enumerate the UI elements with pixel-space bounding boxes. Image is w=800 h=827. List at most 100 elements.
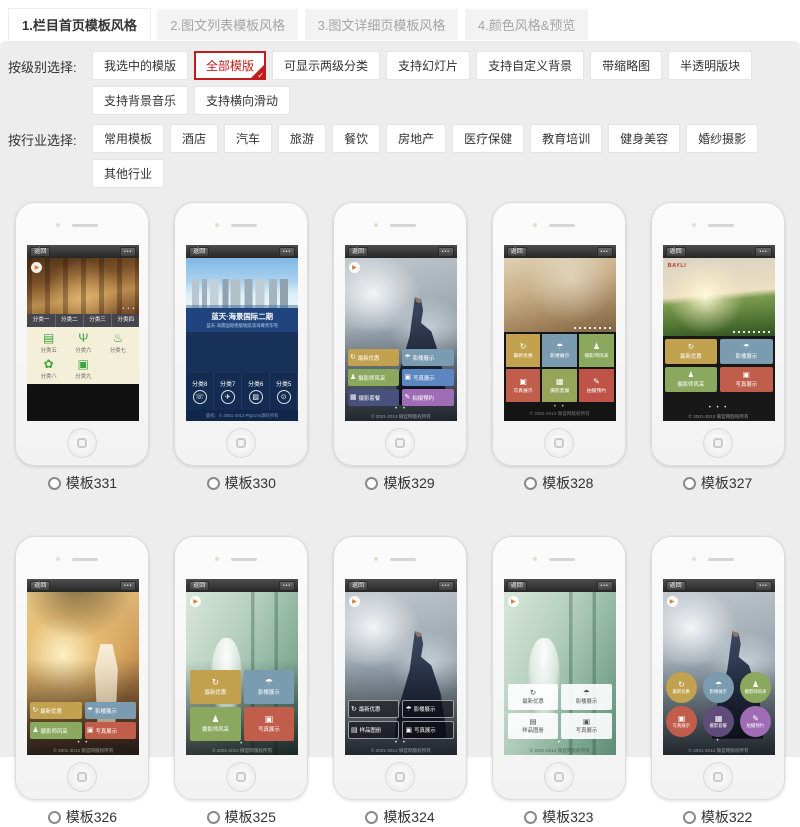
- camera-dot: [692, 223, 696, 227]
- stamp-icon: ▣: [583, 718, 590, 726]
- filter-hotel[interactable]: 酒店: [170, 124, 218, 153]
- copyright-text: © 2001-2013 微官网版权所有: [186, 748, 298, 754]
- cocktail-icon: Ψ: [66, 332, 101, 345]
- golden-couple-photo: ↻最新优惠 ☂影楼展示 ♟摄影师风采 ▣写真展示 • • © 2001-2013…: [27, 592, 139, 755]
- template-preview-327[interactable]: 返回 ••• BAYLI ↻最新优惠 ☂影楼展示 ♟摄影师风采: [663, 245, 775, 421]
- template-preview-323[interactable]: 返回 ••• ▶ ↻最新优惠 ☂影楼展示 ▤样品图册 ▣写真展示 • © 200…: [504, 579, 616, 755]
- filter-my-templates[interactable]: 我选中的模版: [92, 51, 188, 80]
- restaurant-hero-photo: ▶ • • •: [27, 258, 139, 314]
- template-preview-322[interactable]: 返回 ••• ▶ ↻最新优惠 ☂影楼展示 ♟摄影师风采 ▣写真展示 ▦摄影套餐: [663, 579, 775, 755]
- template-caption: 模板328: [479, 474, 638, 492]
- camera-dot: [374, 557, 378, 561]
- filter-all-templates[interactable]: 全部模版✓: [194, 51, 266, 80]
- template-grid: 返回 ••• ▶ • • • 分类一分类二分类三分类四 ▤分类五: [0, 202, 800, 826]
- copyright-text: © 2001-2013 微官网版权所有: [506, 411, 614, 417]
- template-preview-324[interactable]: 返回 ••• ▶ ↻最新优惠 ☂影楼展示 ▤样品图册 ▣写真展示 •: [345, 579, 457, 755]
- template-preview-330[interactable]: 返回 ••• 蓝天·海景国际二期 蓝天·海景国际绝版地段滨海尊贵华宅: [186, 245, 298, 421]
- tab-column-home-style[interactable]: 1.栏目首页模板风格: [8, 8, 151, 40]
- content-panel: 按级别选择: 我选中的模版 全部模版✓ 可显示两级分类 支持幻灯片 支持自定义背…: [0, 41, 800, 757]
- template-radio-329[interactable]: [365, 477, 378, 490]
- umbrella-icon: ☂: [556, 343, 563, 351]
- filter-car[interactable]: 汽车: [224, 124, 272, 153]
- page-dots: •: [504, 740, 616, 746]
- filter-fitness[interactable]: 健身美容: [608, 124, 680, 153]
- filter-two-level[interactable]: 可显示两级分类: [272, 51, 380, 80]
- album-icon: ▦: [350, 394, 357, 401]
- filter-horizontal-slide[interactable]: 支持横向滑动: [194, 86, 290, 115]
- filter-common[interactable]: 常用模板: [92, 124, 164, 153]
- filter-wedding[interactable]: 婚纱摄影: [686, 124, 758, 153]
- template-card-331: 返回 ••• ▶ • • • 分类一分类二分类三分类四 ▤分类五: [3, 202, 162, 492]
- home-button: [385, 762, 415, 792]
- icon-menu: ▤分类五 Ψ分类六 ♨分类七 ✿分类八 ▣分类九: [27, 327, 139, 384]
- tab-list-style[interactable]: 2.图文列表模板风格: [157, 9, 298, 40]
- filter-slideshow[interactable]: 支持幻灯片: [386, 51, 470, 80]
- camera-dot: [56, 223, 60, 227]
- stamp-icon: ▣: [404, 374, 411, 381]
- tile-menu: ↻最新优惠 ☂影楼展示 ♟摄影师风采 ▣写真展示: [30, 702, 136, 739]
- filter-bg-music[interactable]: 支持背景音乐: [92, 86, 188, 115]
- filter-education[interactable]: 教育培训: [530, 124, 602, 153]
- tile-menu: ↻最新优惠 ☂影楼展示 ▤样品图册 ▣写真展示: [508, 684, 612, 739]
- offer-icon: ↻: [530, 689, 536, 697]
- filter-travel[interactable]: 旅游: [278, 124, 326, 153]
- copyright-text: © 2001-2013 微官网版权所有: [663, 414, 775, 420]
- template-caption: 模板323: [479, 808, 638, 826]
- wechat-titlebar: 返回 •••: [345, 245, 457, 258]
- template-radio-328[interactable]: [524, 477, 537, 490]
- template-caption: 模板324: [321, 808, 480, 826]
- estate-title: 蓝天·海景国际二期: [188, 311, 296, 322]
- template-card-323: 返回 ••• ▶ ↻最新优惠 ☂影楼展示 ▤样品图册 ▣写真展示 • © 200…: [479, 536, 638, 826]
- filter-realestate[interactable]: 房地产: [386, 124, 446, 153]
- phone-mockup: 返回 ••• ↻最新优惠 ☂影楼展示 ♟摄影师风采 ▣写真展示: [492, 202, 626, 466]
- template-preview-329[interactable]: 返回 ••• ▶ ↻最新优惠 ☂影楼展示 ♟摄影师风采 ▣写真展示 ▦摄影套餐: [345, 245, 457, 421]
- umbrella-icon: ☂: [265, 678, 273, 687]
- umbrella-icon: ☂: [715, 681, 722, 689]
- filter-custom-bg[interactable]: 支持自定义背景: [476, 51, 584, 80]
- copyright-text: 版权：© 2001-2013 PigCms源码所有: [186, 410, 298, 421]
- template-radio-327[interactable]: [683, 477, 696, 490]
- tab-detail-style[interactable]: 3.图文详细页模板风格: [305, 9, 459, 40]
- tab-color-preview[interactable]: 4.颜色风格&预览: [465, 9, 589, 40]
- page-dots: •: [663, 738, 775, 744]
- estate-subtitle: 蓝天·海景国际绝版地段滨海尊贵华宅: [188, 323, 296, 329]
- window-bride-photo: ▶ ↻最新优惠 ☂影楼展示 ♟摄影师风采 ▣写真展示 • © 2001-2013…: [186, 592, 298, 755]
- tab-bar: 1.栏目首页模板风格 2.图文列表模板风格 3.图文详细页模板风格 4.颜色风格…: [0, 0, 800, 34]
- template-label: 模板326: [66, 807, 117, 827]
- music-icon: ▶: [667, 596, 678, 607]
- template-radio-326[interactable]: [48, 811, 61, 824]
- template-radio-322[interactable]: [683, 811, 696, 824]
- person-icon: ♟: [687, 371, 694, 379]
- template-preview-328[interactable]: 返回 ••• ↻最新优惠 ☂影楼展示 ♟摄影师风采 ▣写真展示: [504, 245, 616, 421]
- template-preview-326[interactable]: 返回 ••• ↻最新优惠 ☂影楼展示 ♟摄影师风采 ▣写真展示 • • © 20…: [27, 579, 139, 755]
- home-button: [226, 762, 256, 792]
- music-icon: ▶: [349, 596, 360, 607]
- template-card-329: 返回 ••• ▶ ↻最新优惠 ☂影楼展示 ♟摄影师风采 ▣写真展示 ▦摄影套餐: [321, 202, 480, 492]
- phone-mockup: 返回 ••• 蓝天·海景国际二期 蓝天·海景国际绝版地段滨海尊贵华宅: [174, 202, 308, 466]
- template-radio-331[interactable]: [48, 477, 61, 490]
- stamp-icon: ▣: [519, 378, 527, 386]
- menu-icon: ▤: [31, 332, 66, 345]
- filter-other[interactable]: 其他行业: [92, 159, 164, 188]
- template-preview-331[interactable]: 返回 ••• ▶ • • • 分类一分类二分类三分类四 ▤分类五: [27, 245, 139, 421]
- person-icon: ♟: [211, 715, 219, 724]
- filter-medical[interactable]: 医疗保健: [452, 124, 524, 153]
- template-radio-324[interactable]: [365, 811, 378, 824]
- wechat-titlebar: 返回 •••: [27, 245, 139, 258]
- filter-food[interactable]: 餐饮: [332, 124, 380, 153]
- wechat-titlebar: 返回 •••: [186, 245, 298, 258]
- filter-thumbnail[interactable]: 带缩略图: [590, 51, 662, 80]
- template-radio-323[interactable]: [524, 811, 537, 824]
- template-radio-325[interactable]: [207, 811, 220, 824]
- album-icon: ▤: [529, 718, 536, 726]
- filter-translucent[interactable]: 半透明版块: [668, 51, 752, 80]
- screen-body: 蓝天·海景国际二期 蓝天·海景国际绝版地段滨海尊贵华宅 分类8☏ 分类7✈ 分类…: [186, 258, 298, 421]
- template-radio-330[interactable]: [207, 477, 220, 490]
- template-card-322: 返回 ••• ▶ ↻最新优惠 ☂影楼展示 ♟摄影师风采 ▣写真展示 ▦摄影套餐: [638, 536, 797, 826]
- tile-menu: ↻最新优惠 ☂影楼展示 ♟摄影师风采 ▣写真展示 • • • © 2001-20…: [663, 336, 775, 421]
- template-caption: 模板326: [3, 808, 162, 826]
- level-filter-row: 按级别选择: 我选中的模版 全部模版✓ 可显示两级分类 支持幻灯片 支持自定义背…: [0, 51, 800, 115]
- back-button: 返回: [189, 247, 209, 257]
- template-preview-325[interactable]: 返回 ••• ▶ ↻最新优惠 ☂影楼展示 ♟摄影师风采 ▣写真展示 •: [186, 579, 298, 755]
- slider-dots: • • •: [122, 306, 135, 312]
